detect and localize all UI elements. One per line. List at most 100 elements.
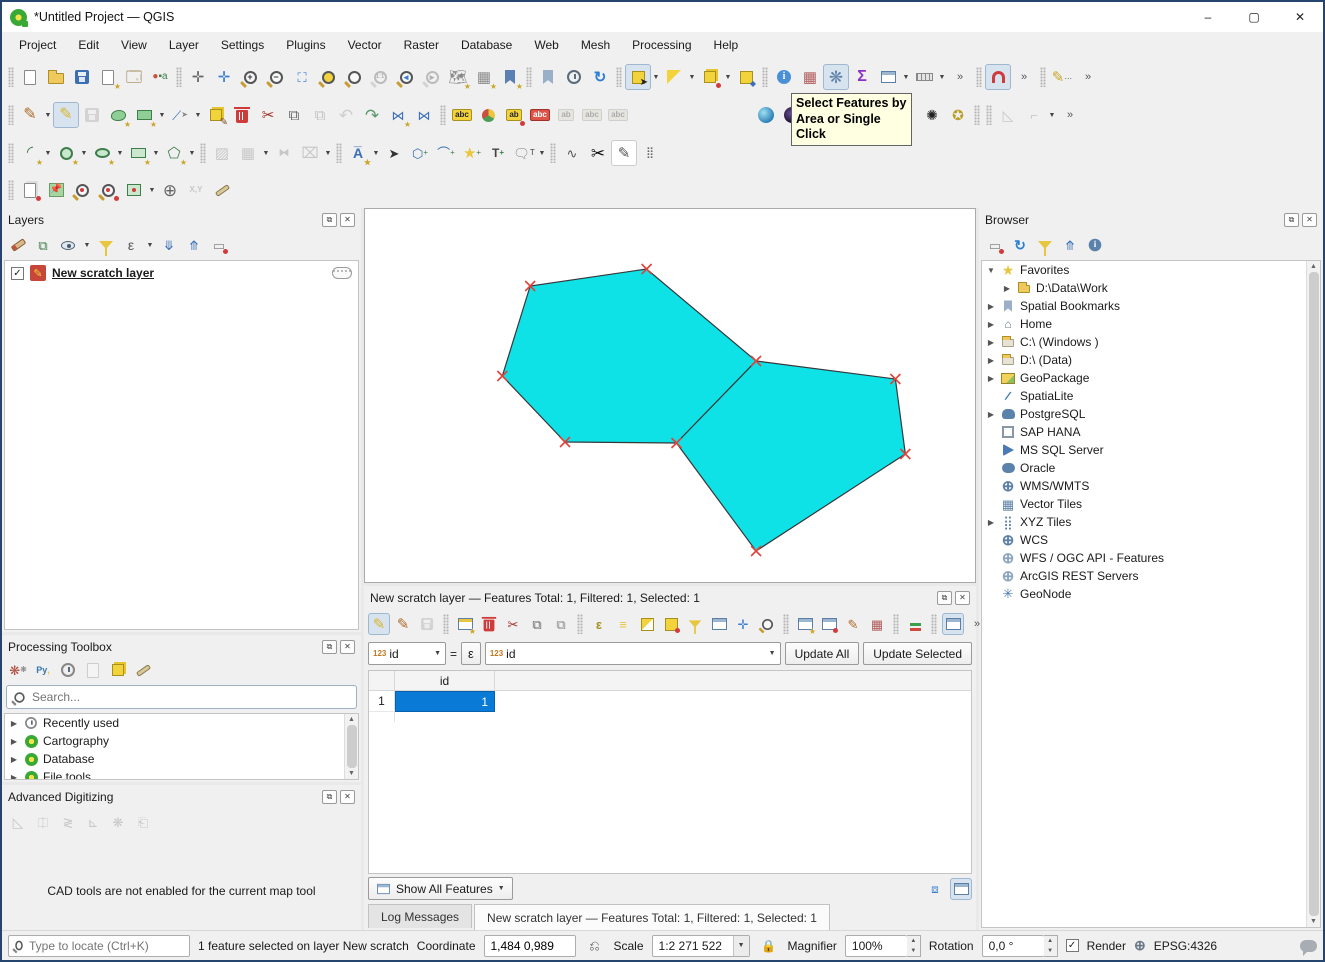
python-icon[interactable]: Py, [32, 659, 54, 681]
browser-item-label[interactable]: D:\ (Data) [1020, 353, 1072, 367]
attr-dock-icon[interactable] [942, 613, 964, 635]
add-ellipse-icon[interactable] [89, 140, 115, 166]
render-checkbox[interactable]: ✓ [1066, 939, 1079, 952]
browser-float-button[interactable]: ⧉ [1284, 213, 1299, 227]
expand-arrow-icon[interactable]: ▶ [1002, 284, 1012, 293]
close-button[interactable]: ✕ [1277, 2, 1323, 32]
menu-edit[interactable]: Edit [67, 33, 110, 57]
circle-dropdown-arrow[interactable]: ▼ [79, 140, 89, 166]
processing-options-icon[interactable] [132, 659, 154, 681]
browser-item-label[interactable]: GeoPackage [1020, 371, 1089, 385]
map-themes-dropdown-arrow[interactable]: ▼ [82, 232, 92, 258]
filter-expression-dropdown-arrow[interactable]: ▼ [145, 232, 155, 258]
expand-all-icon[interactable]: ⤋ [158, 234, 180, 256]
processing-search-input[interactable] [32, 690, 350, 704]
menu-layer[interactable]: Layer [158, 33, 210, 57]
ellipse-dropdown-arrow[interactable]: ▼ [115, 140, 125, 166]
menu-raster[interactable]: Raster [393, 33, 450, 57]
browser-item-label[interactable]: SpatiaLite [1020, 389, 1073, 403]
deselect-features-current-layer-icon[interactable]: ◆ [733, 64, 759, 90]
attr-conditional-formatting-icon[interactable] [904, 613, 926, 635]
expand-arrow-icon[interactable]: ▶ [986, 518, 996, 527]
web-service-icon[interactable]: ⊕ [157, 177, 183, 203]
update-all-button[interactable]: Update All [785, 642, 860, 665]
expand-arrow-icon[interactable]: ▶ [986, 374, 996, 383]
add-selected-layers-icon[interactable]: ▭ [984, 234, 1006, 256]
browser-item-label[interactable]: Favorites [1020, 263, 1069, 277]
attr-select-all-icon[interactable]: ≡ [612, 613, 634, 635]
attr-deselect-all-icon[interactable] [660, 613, 682, 635]
checker-dropdown-arrow[interactable]: ▼ [1047, 102, 1057, 128]
field-calculator-icon[interactable]: ▦ [797, 64, 823, 90]
browser-item-label[interactable]: MS SQL Server [1020, 443, 1104, 457]
menu-settings[interactable]: Settings [210, 33, 275, 57]
annotations-icon[interactable]: ✎… [1049, 64, 1075, 90]
browser-item-home[interactable]: ▶⌂Home [982, 315, 1320, 333]
plugin-turtle-icon[interactable]: ✺ [919, 102, 945, 128]
browser-item-label[interactable]: C:\ (Windows ) [1020, 335, 1099, 349]
expand-arrow-icon[interactable]: ▶ [9, 773, 19, 781]
zoom-to-selection-icon[interactable] [315, 64, 341, 90]
toolbar-overflow-icon[interactable]: » [947, 64, 973, 90]
add-text-annotation-icon[interactable]: T+ [485, 140, 511, 166]
expand-arrow-icon[interactable]: ▶ [986, 338, 996, 347]
switch-to-form-view-icon[interactable] [950, 878, 972, 900]
vertex-tool-dropdown-arrow[interactable]: ▼ [193, 102, 203, 128]
browser-item-label[interactable]: WFS / OGC API - Features [1020, 551, 1164, 565]
feature-filter-button[interactable]: Show All Features ▼ [368, 877, 513, 900]
models-icon[interactable]: ❋❋ [7, 659, 29, 681]
zoom-in-icon[interactable]: + [237, 64, 263, 90]
browser-item-label[interactable]: Home [1020, 317, 1052, 331]
locator-box[interactable] [8, 935, 190, 957]
toggle-editing-icon[interactable]: ✎ [53, 102, 79, 128]
deselect-features-all-layers-icon[interactable] [697, 64, 723, 90]
vertex-tool-current-layer-icon[interactable]: ⋈ [411, 102, 437, 128]
zoom-full-icon[interactable]: ⛶ [289, 64, 315, 90]
browser-item-spatial-bookmarks[interactable]: ▶Spatial Bookmarks [982, 297, 1320, 315]
browser-item-geonode[interactable]: ✳GeoNode [982, 585, 1320, 603]
form-annotation-dropdown-arrow[interactable]: ▼ [537, 140, 547, 166]
processing-group-cartography[interactable]: ▶ Cartography [5, 732, 358, 750]
expression-builder-button[interactable]: ε [461, 642, 481, 665]
expand-arrow-icon[interactable]: ▶ [986, 410, 996, 419]
menu-database[interactable]: Database [450, 33, 523, 57]
remove-layer-icon[interactable]: ▭ [208, 234, 230, 256]
add-marker-annotation-icon[interactable]: ★+ [459, 140, 485, 166]
attr-modify-fields-icon[interactable]: ✎ [842, 613, 864, 635]
processing-group-database[interactable]: ▶ Database [5, 750, 358, 768]
add-form-annotation-icon[interactable]: 🗨T [511, 140, 537, 166]
digitize-with-segment-icon[interactable] [105, 102, 131, 128]
polygon-dropdown-arrow[interactable]: ▼ [187, 140, 197, 166]
copy-features-icon[interactable]: ⧉ [281, 102, 307, 128]
browser-item-label[interactable]: Oracle [1020, 461, 1055, 475]
attr-paste-icon[interactable]: ⧉ [550, 613, 572, 635]
new-map-view-icon[interactable]: 🗺 [445, 64, 471, 90]
attr-filter-icon[interactable] [684, 613, 706, 635]
vertex-tool-all-layers-icon[interactable]: ⋈ [385, 102, 411, 128]
group-label[interactable]: File tools [43, 770, 91, 780]
browser-item-data-work[interactable]: ▶D:\Data\Work [982, 279, 1320, 297]
attr-pan-to-selection-icon[interactable]: ✛ [732, 613, 754, 635]
select-within-polygon-icon[interactable] [121, 177, 147, 203]
expand-arrow-icon[interactable]: ▶ [986, 356, 996, 365]
rectangle-dropdown-arrow[interactable]: ▼ [151, 140, 161, 166]
pan-map-icon[interactable]: ✛ [185, 64, 211, 90]
menu-help[interactable]: Help [703, 33, 750, 57]
coordinate-input[interactable] [491, 939, 569, 953]
new-3d-map-view-icon[interactable]: ▦ [471, 64, 497, 90]
cut-features-icon[interactable]: ✂ [255, 102, 281, 128]
toolbar-grip[interactable] [336, 143, 342, 163]
toolbar-grip[interactable] [577, 614, 583, 634]
group-label[interactable]: Recently used [43, 716, 119, 730]
add-rectangle-icon[interactable] [125, 140, 151, 166]
group-label[interactable]: Cartography [43, 734, 109, 748]
attr-move-selection-top-icon[interactable] [708, 613, 730, 635]
refresh-map-icon[interactable]: ↻ [587, 64, 613, 90]
trim-extend-icon[interactable]: ✂ [585, 140, 611, 166]
processing-group-file-tools[interactable]: ▶ File tools [5, 768, 358, 780]
rotation-spin-arrows[interactable]: ▲▼ [1044, 935, 1058, 957]
add-polygon-annotation-icon[interactable]: ⬡+ [407, 140, 433, 166]
attr-delete-selected-icon[interactable] [478, 613, 500, 635]
new-project-icon[interactable] [17, 64, 43, 90]
toolbar-grip[interactable] [440, 105, 446, 125]
